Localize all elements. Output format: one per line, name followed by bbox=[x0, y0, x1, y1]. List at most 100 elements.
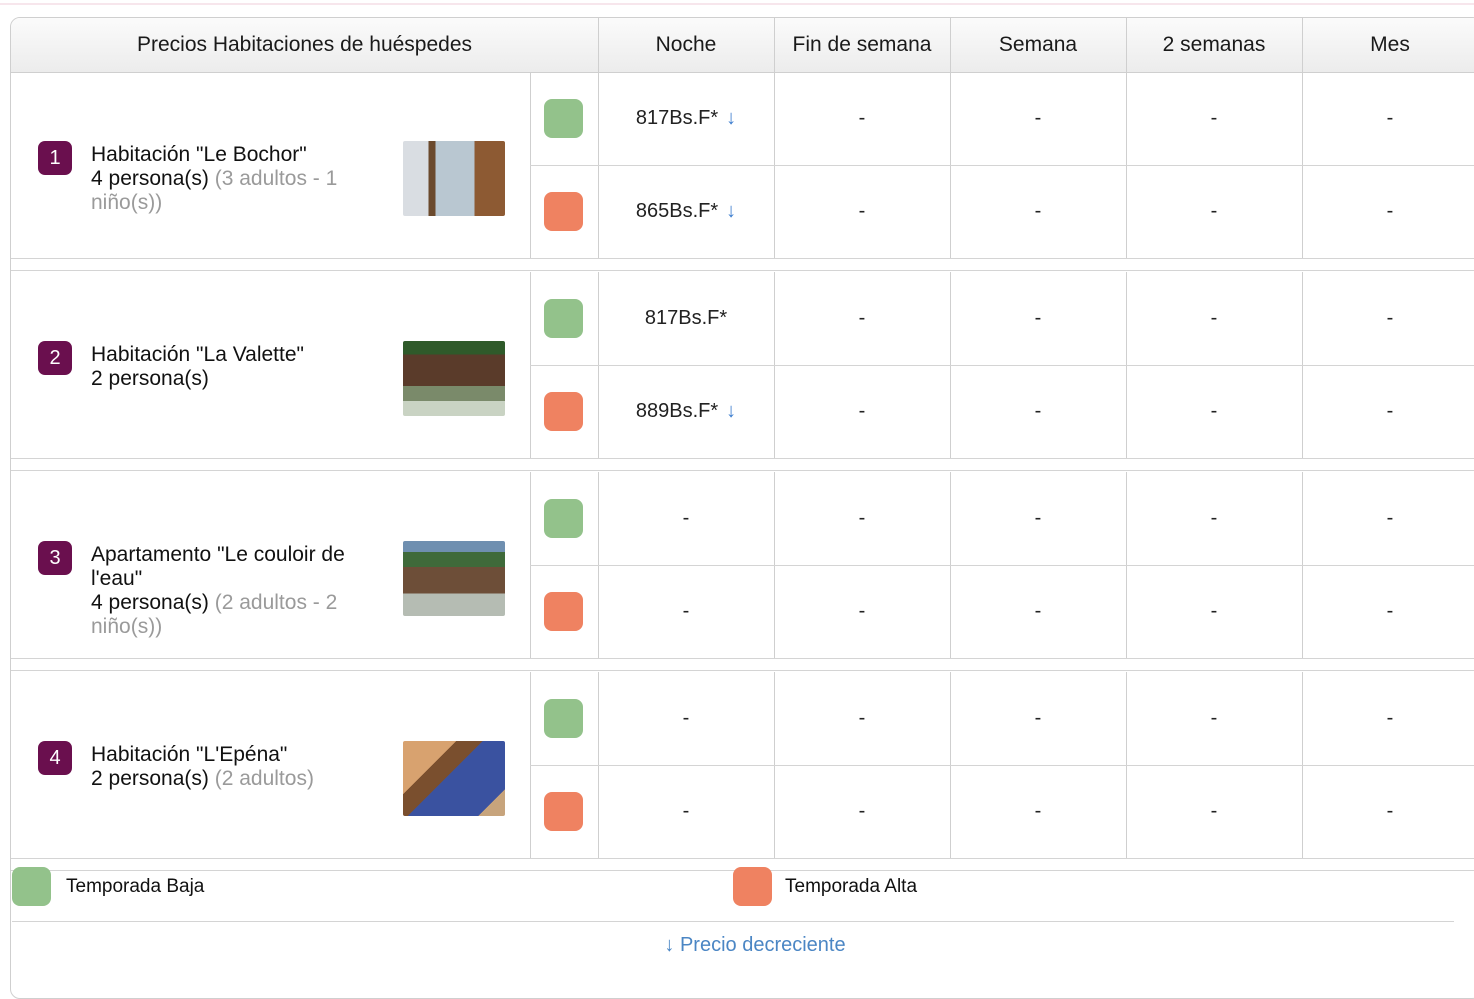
price-cell: - bbox=[774, 72, 950, 165]
price-value: - bbox=[682, 507, 690, 529]
down-arrow-icon: ↓ bbox=[726, 107, 737, 129]
header-divider bbox=[1302, 18, 1303, 72]
price-value: - bbox=[1034, 307, 1042, 329]
room-number-badge: 1 bbox=[38, 141, 72, 175]
price-cell: - bbox=[1126, 365, 1302, 458]
price-cell: - bbox=[1302, 565, 1474, 658]
table-header: Precios Habitaciones de huéspedes Noche … bbox=[11, 18, 1474, 73]
price-value: 817Bs.F* bbox=[644, 307, 728, 329]
room-number-badge: 2 bbox=[38, 341, 72, 375]
price-cell: 889Bs.F* ↓ bbox=[598, 365, 774, 458]
price-value: - bbox=[1386, 107, 1394, 129]
price-value: - bbox=[1210, 800, 1218, 822]
price-cell: - bbox=[598, 672, 774, 765]
price-cell: - bbox=[950, 472, 1126, 565]
price-value: - bbox=[858, 307, 866, 329]
room-description: Apartamento "Le couloir de l'eau" 4 perso… bbox=[91, 543, 391, 639]
price-cell: - bbox=[598, 472, 774, 565]
room-name[interactable]: Habitación "La Valette" bbox=[91, 343, 391, 367]
price-cell: - bbox=[598, 565, 774, 658]
price-cell: - bbox=[598, 765, 774, 858]
room-capacity: 2 persona(s) bbox=[91, 767, 209, 790]
room-capacity: 4 persona(s) bbox=[91, 591, 209, 614]
price-value: - bbox=[1034, 507, 1042, 529]
price-value: - bbox=[1210, 507, 1218, 529]
header-divider bbox=[950, 18, 951, 72]
price-value: - bbox=[858, 600, 866, 622]
price-value: - bbox=[1034, 200, 1042, 222]
price-cell: - bbox=[774, 365, 950, 458]
price-value: - bbox=[1386, 400, 1394, 422]
room-photo[interactable] bbox=[403, 741, 505, 816]
room-photo[interactable] bbox=[403, 541, 505, 616]
price-value: - bbox=[1210, 400, 1218, 422]
room-description: Habitación "Le Bochor" 4 persona(s) (3 ad… bbox=[91, 143, 391, 215]
price-cell: - bbox=[1126, 672, 1302, 765]
room-number-badge: 3 bbox=[38, 541, 72, 575]
decreasing-price-note: ↓ Precio decreciente bbox=[664, 934, 846, 956]
price-value: - bbox=[1386, 507, 1394, 529]
row-divider bbox=[11, 270, 1474, 271]
down-arrow-icon: ↓ bbox=[726, 400, 737, 422]
price-cell: - bbox=[1302, 365, 1474, 458]
price-cell: - bbox=[950, 272, 1126, 365]
price-value: - bbox=[1210, 307, 1218, 329]
room-description: Habitación "L'Epéna" 2 persona(s) (2 adul… bbox=[91, 743, 391, 791]
price-value: - bbox=[1034, 707, 1042, 729]
price-cell: - bbox=[1302, 765, 1474, 858]
price-value: - bbox=[1386, 200, 1394, 222]
column-fin-de-semana: Fin de semana bbox=[792, 33, 932, 56]
price-value: - bbox=[1034, 400, 1042, 422]
price-value: - bbox=[1210, 107, 1218, 129]
price-cell: - bbox=[950, 365, 1126, 458]
price-cell: - bbox=[774, 565, 950, 658]
price-value: 817Bs.F* bbox=[635, 107, 719, 129]
column-noche: Noche bbox=[655, 33, 717, 56]
high-season-swatch bbox=[544, 392, 583, 431]
row-divider bbox=[11, 670, 1474, 671]
room-photo[interactable] bbox=[403, 141, 505, 216]
price-table: Precios Habitaciones de huéspedes Noche … bbox=[10, 17, 1474, 999]
header-title: Precios Habitaciones de huéspedes bbox=[136, 33, 473, 56]
price-cell: - bbox=[1126, 272, 1302, 365]
column-2-semanas: 2 semanas bbox=[1162, 33, 1266, 56]
price-value: - bbox=[1386, 800, 1394, 822]
price-cell: - bbox=[774, 272, 950, 365]
price-value: - bbox=[1386, 307, 1394, 329]
price-value: - bbox=[858, 107, 866, 129]
room-capacity: 2 persona(s) bbox=[91, 367, 209, 390]
price-cell: 865Bs.F* ↓ bbox=[598, 165, 774, 258]
price-cell: - bbox=[1126, 472, 1302, 565]
price-value: - bbox=[858, 800, 866, 822]
price-value: - bbox=[1386, 600, 1394, 622]
price-value: - bbox=[1034, 800, 1042, 822]
price-cell: - bbox=[950, 72, 1126, 165]
down-arrow-icon: ↓ bbox=[726, 200, 737, 222]
high-season-swatch bbox=[544, 792, 583, 831]
low-season-swatch bbox=[12, 867, 51, 906]
price-value: - bbox=[682, 600, 690, 622]
column-semana: Semana bbox=[998, 33, 1078, 56]
price-value: - bbox=[1210, 200, 1218, 222]
low-season-swatch bbox=[544, 99, 583, 138]
room-photo[interactable] bbox=[403, 341, 505, 416]
price-value: - bbox=[1210, 600, 1218, 622]
price-cell: - bbox=[950, 765, 1126, 858]
column-mes: Mes bbox=[1370, 33, 1410, 56]
room-name[interactable]: Apartamento "Le couloir de l'eau" bbox=[91, 543, 391, 591]
room-name[interactable]: Habitación "Le Bochor" bbox=[91, 143, 391, 167]
row-divider bbox=[11, 258, 1474, 259]
header-divider bbox=[1126, 18, 1127, 72]
low-season-swatch bbox=[544, 499, 583, 538]
price-cell: - bbox=[774, 165, 950, 258]
price-value: 865Bs.F* bbox=[635, 200, 719, 222]
header-divider bbox=[774, 18, 775, 72]
high-season-label: Temporada Alta bbox=[785, 876, 918, 897]
price-cell: 817Bs.F* ↓ bbox=[598, 72, 774, 165]
room-description: Habitación "La Valette" 2 persona(s) bbox=[91, 343, 391, 391]
room-name[interactable]: Habitación "L'Epéna" bbox=[91, 743, 391, 767]
price-cell: - bbox=[1126, 765, 1302, 858]
row-divider bbox=[11, 458, 1474, 459]
price-cell: - bbox=[774, 472, 950, 565]
price-cell: - bbox=[1126, 165, 1302, 258]
